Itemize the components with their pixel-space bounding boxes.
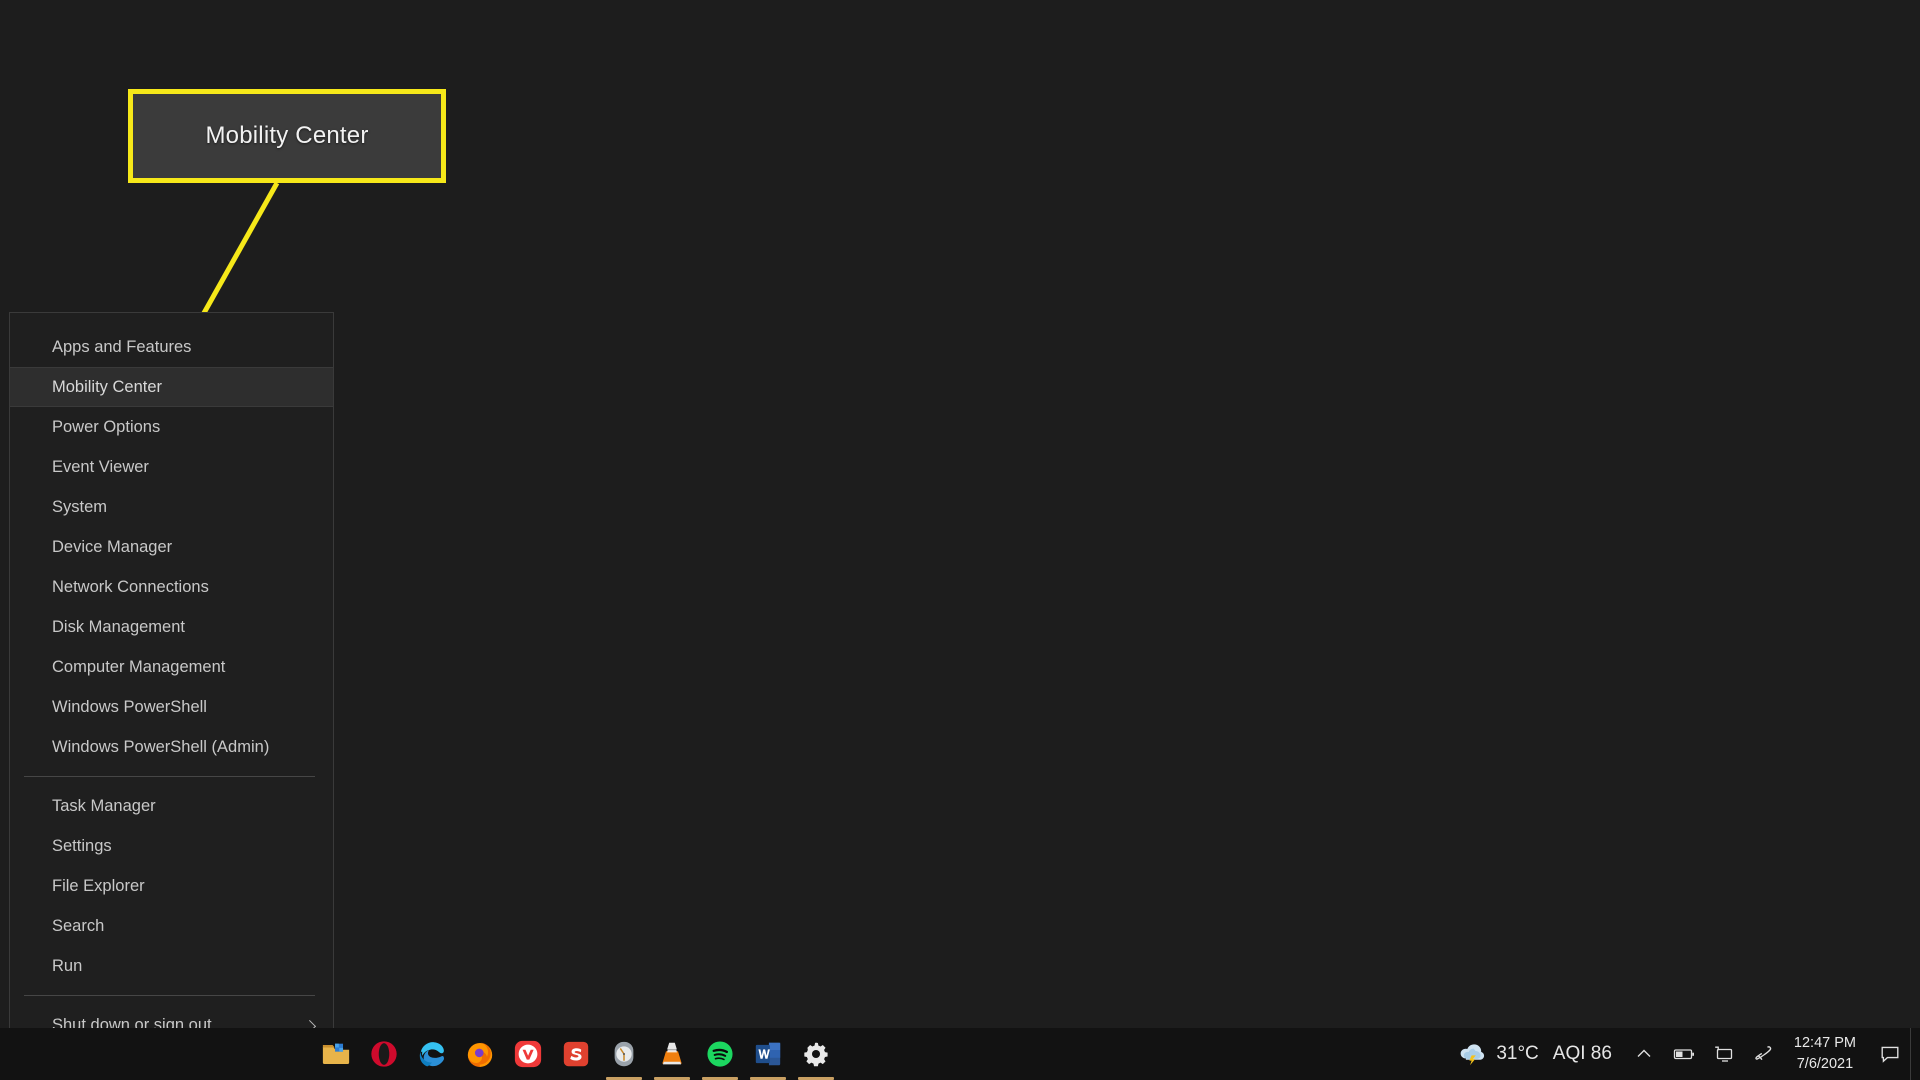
menu-item-label: Task Manager xyxy=(52,796,156,815)
menu-item-label: System xyxy=(52,497,108,516)
menu-item-computer-management[interactable]: Computer Management xyxy=(10,647,333,687)
taskbar-app-microsoft-edge[interactable] xyxy=(408,1028,456,1080)
clock-time: 12:47 PM xyxy=(1793,1034,1856,1051)
pen-connect-icon[interactable] xyxy=(1744,1028,1784,1080)
file-explorer-icon xyxy=(321,1039,351,1069)
network-display-icon[interactable] xyxy=(1704,1028,1744,1080)
taskbar-app-vlc[interactable] xyxy=(648,1028,696,1080)
menu-item-network-connections[interactable]: Network Connections xyxy=(10,567,333,607)
taskbar-app-word[interactable] xyxy=(744,1028,792,1080)
callout-label: Mobility Center xyxy=(205,122,369,149)
clock-widget[interactable]: 12:47 PM 7/6/2021 xyxy=(1784,1028,1870,1080)
menu-item-windows-powershell[interactable]: Windows PowerShell xyxy=(10,687,333,727)
thunderstorm-cloud-icon xyxy=(1460,1044,1485,1066)
taskbar[interactable]: 31°C AQI 86 12:47 PM 7/6/2021 xyxy=(0,1028,1920,1080)
menu-item-label: Power Options xyxy=(52,417,161,436)
vivaldi-icon xyxy=(513,1039,543,1069)
taskbar-app-clock[interactable] xyxy=(600,1028,648,1080)
menu-item-file-explorer[interactable]: File Explorer xyxy=(10,866,333,906)
notification-balloon-icon[interactable] xyxy=(1870,1028,1910,1080)
menu-item-task-manager[interactable]: Task Manager xyxy=(10,786,333,826)
menu-item-mobility-center[interactable]: Mobility Center xyxy=(10,367,333,407)
menu-item-label: Device Manager xyxy=(52,537,173,556)
taskbar-app-firefox[interactable] xyxy=(456,1028,504,1080)
snagit-icon xyxy=(561,1039,591,1069)
power-user-menu[interactable]: Apps and Features Mobility Center Power Op… xyxy=(9,312,334,1074)
menu-item-device-manager[interactable]: Device Manager xyxy=(10,527,333,567)
weather-temperature: 31°C xyxy=(1496,1043,1539,1064)
clock-date: 7/6/2021 xyxy=(1796,1056,1854,1072)
menu-separator xyxy=(24,995,315,996)
menu-item-system[interactable]: System xyxy=(10,487,333,527)
menu-item-label: File Explorer xyxy=(52,876,145,895)
taskbar-app-list[interactable] xyxy=(312,1028,840,1080)
spotify-icon xyxy=(705,1039,735,1069)
battery-icon[interactable] xyxy=(1664,1028,1704,1080)
menu-item-power-options[interactable]: Power Options xyxy=(10,407,333,447)
menu-item-label: Windows PowerShell xyxy=(52,697,207,716)
menu-item-search[interactable]: Search xyxy=(10,906,333,946)
microsoft-edge-icon xyxy=(417,1039,447,1069)
menu-item-label: Network Connections xyxy=(52,577,209,596)
callout-annotation-box: Mobility Center xyxy=(128,89,446,183)
taskbar-app-opera[interactable] xyxy=(360,1028,408,1080)
system-tray[interactable]: 31°C AQI 86 12:47 PM 7/6/2021 xyxy=(1446,1028,1920,1080)
menu-item-settings[interactable]: Settings xyxy=(10,826,333,866)
menu-item-label: Windows PowerShell (Admin) xyxy=(52,737,270,756)
weather-aqi: AQI 86 xyxy=(1552,1043,1612,1064)
menu-item-apps-and-features[interactable]: Apps and Features xyxy=(10,327,333,367)
menu-item-label: Settings xyxy=(52,836,112,855)
clock-icon xyxy=(609,1039,639,1069)
menu-item-label: Computer Management xyxy=(52,657,226,676)
menu-item-disk-management[interactable]: Disk Management xyxy=(10,607,333,647)
menu-item-label: Mobility Center xyxy=(52,377,163,396)
taskbar-app-vivaldi[interactable] xyxy=(504,1028,552,1080)
desktop-screen: Mobility Center Apps and Features Mobilit… xyxy=(0,0,1920,1080)
menu-item-event-viewer[interactable]: Event Viewer xyxy=(10,447,333,487)
taskbar-app-file-explorer[interactable] xyxy=(312,1028,360,1080)
weather-widget[interactable]: 31°C AQI 86 xyxy=(1446,1028,1624,1080)
menu-item-label: Run xyxy=(52,956,83,975)
vlc-icon xyxy=(657,1039,687,1069)
opera-icon xyxy=(369,1039,399,1069)
chevron-up-icon[interactable] xyxy=(1624,1028,1664,1080)
menu-item-run[interactable]: Run xyxy=(10,946,333,986)
menu-separator xyxy=(24,776,315,777)
show-desktop-button[interactable] xyxy=(1910,1028,1920,1080)
menu-item-label: Event Viewer xyxy=(52,457,149,476)
settings-gear-icon xyxy=(801,1039,831,1069)
taskbar-app-settings-gear[interactable] xyxy=(792,1028,840,1080)
menu-item-label: Search xyxy=(52,916,105,935)
taskbar-app-spotify[interactable] xyxy=(696,1028,744,1080)
word-icon xyxy=(753,1039,783,1069)
menu-item-windows-powershell-admin[interactable]: Windows PowerShell (Admin) xyxy=(10,727,333,767)
taskbar-app-snagit[interactable] xyxy=(552,1028,600,1080)
firefox-icon xyxy=(465,1039,495,1069)
menu-item-label: Apps and Features xyxy=(52,337,192,356)
menu-item-label: Disk Management xyxy=(52,617,185,636)
